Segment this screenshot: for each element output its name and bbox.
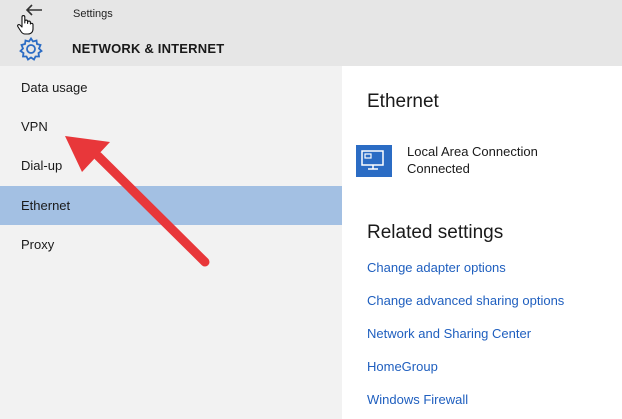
sidebar-item-vpn[interactable]: VPN — [0, 107, 342, 146]
hand-cursor-icon — [17, 15, 34, 35]
sidebar-item-label: VPN — [21, 119, 48, 134]
breadcrumb: Settings — [73, 8, 113, 20]
ethernet-connection[interactable]: Local Area Connection Connected — [356, 144, 616, 180]
sidebar: Data usage VPN Dial-up Ethernet Proxy — [0, 66, 342, 419]
sidebar-item-data-usage[interactable]: Data usage — [0, 68, 342, 107]
connection-name: Local Area Connection — [407, 144, 538, 159]
sidebar-item-proxy[interactable]: Proxy — [0, 225, 342, 264]
sidebar-item-ethernet[interactable]: Ethernet — [0, 186, 342, 225]
ethernet-heading: Ethernet — [367, 91, 439, 112]
sidebar-item-dial-up[interactable]: Dial-up — [0, 146, 342, 185]
gear-icon — [19, 36, 43, 61]
sidebar-item-label: Dial-up — [21, 158, 63, 173]
related-settings-heading: Related settings — [367, 222, 504, 243]
page-title: NETWORK & INTERNET — [72, 41, 225, 56]
homegroup-link[interactable]: HomeGroup — [367, 359, 438, 374]
settings-header: Settings NETWORK & INTERNET — [0, 0, 622, 66]
sidebar-item-label: Ethernet — [21, 198, 71, 213]
sidebar-item-label: Proxy — [21, 237, 55, 252]
windows-firewall-link[interactable]: Windows Firewall — [367, 392, 468, 407]
ethernet-monitor-icon — [356, 145, 392, 177]
sidebar-item-label: Data usage — [21, 80, 88, 95]
network-sharing-center-link[interactable]: Network and Sharing Center — [367, 326, 531, 341]
main-panel: Ethernet Local Area Connection Connected… — [342, 66, 622, 419]
change-advanced-sharing-link[interactable]: Change advanced sharing options — [367, 293, 564, 308]
change-adapter-options-link[interactable]: Change adapter options — [367, 260, 506, 275]
connection-status: Connected — [407, 161, 470, 176]
